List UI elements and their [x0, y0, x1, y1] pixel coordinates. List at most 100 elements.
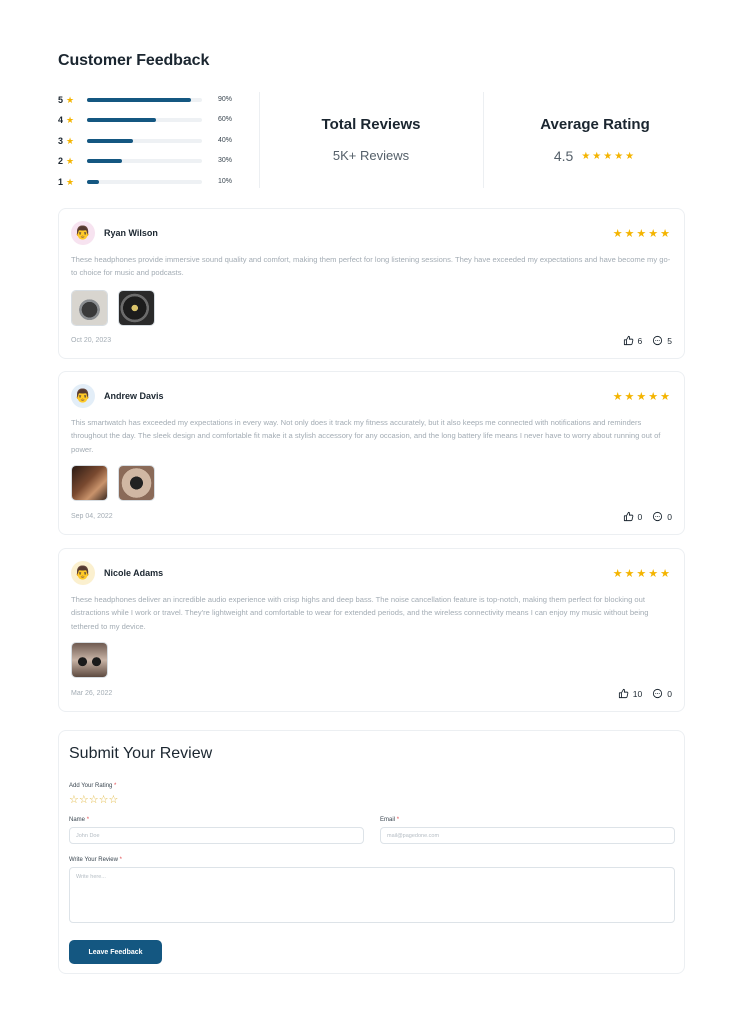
like-button[interactable]: 6: [623, 335, 643, 346]
rating-row-4: 4 ★ 60%: [58, 114, 248, 126]
form-title: Submit Your Review: [69, 745, 213, 762]
review-stars: ★★★★★: [612, 228, 672, 240]
rating-bar-fill: [87, 139, 133, 143]
required-mark: *: [119, 857, 122, 863]
reviewer-name: Ryan Wilson: [104, 228, 158, 238]
rating-bar-fill: [87, 98, 191, 102]
rating-row-5: 5 ★ 90%: [58, 94, 248, 106]
comment-icon: [653, 335, 663, 346]
star-icon: ★: [66, 114, 75, 125]
email-label: Email *: [380, 817, 399, 823]
rating-row-stars: 5: [58, 95, 64, 105]
required-mark: *: [396, 817, 400, 823]
star-icon: ★: [66, 135, 75, 146]
review-photos: [71, 465, 155, 501]
average-rating-title: Average Rating: [540, 116, 650, 133]
star-icon: ★: [66, 94, 75, 105]
rating-bar-track: [87, 159, 202, 163]
review-actions: 6 5: [623, 335, 672, 346]
avatar: 👨: [71, 561, 95, 585]
review-card: 👨 Ryan Wilson ★★★★★ These headphones pro…: [58, 208, 685, 359]
rating-bar-fill: [87, 159, 122, 163]
rating-row-stars: 1: [58, 177, 64, 187]
rating-row-3: 3 ★ 40%: [58, 135, 248, 147]
average-rating-value: 4.5: [553, 148, 574, 164]
review-text: This smartwatch has exceeded my expectat…: [71, 418, 661, 454]
thumbs-up-icon: [623, 335, 633, 346]
review-text: These headphones deliver an incredible a…: [71, 595, 649, 631]
review-photo-headphones[interactable]: [118, 290, 155, 326]
comment-count: 0: [667, 511, 672, 522]
star-icon: ★: [66, 176, 75, 187]
review-actions: 10 0: [618, 688, 672, 699]
page-title: Customer Feedback: [58, 52, 210, 69]
summary-divider: [259, 92, 260, 188]
reviewer-name: Nicole Adams: [104, 568, 164, 578]
total-reviews-block: Total Reviews 5K+ Reviews: [271, 88, 471, 190]
email-field[interactable]: [380, 827, 675, 844]
comment-button[interactable]: 5: [652, 335, 672, 346]
rating-row-stars: 3: [58, 136, 64, 146]
rating-bar-fill: [87, 180, 99, 184]
average-rating-block: Average Rating 4.5 ★★★★★: [495, 88, 695, 190]
review-label: Write Your Review *: [69, 857, 122, 863]
review-date: Sep 04, 2022: [71, 513, 113, 520]
leave-feedback-button[interactable]: Leave Feedback: [69, 940, 162, 964]
comment-button[interactable]: 0: [652, 511, 672, 522]
review-photos: [71, 642, 108, 678]
review-date: Mar 26, 2022: [71, 690, 113, 697]
review-stars: ★★★★★: [612, 568, 672, 580]
required-mark: *: [114, 783, 117, 789]
avatar: 👨: [71, 384, 95, 408]
review-date: Oct 20, 2023: [71, 337, 112, 344]
review-textarea[interactable]: [69, 867, 675, 923]
like-count: 0: [637, 511, 643, 522]
submit-review-form: Submit Your Review Add Your Rating * ☆☆☆…: [58, 730, 685, 974]
comment-button[interactable]: 0: [652, 688, 672, 699]
rating-bar-track: [87, 139, 202, 143]
review-photo-earbuds[interactable]: [71, 642, 108, 678]
review-photo-smartwatch[interactable]: [118, 465, 155, 501]
like-button[interactable]: 10: [618, 688, 642, 699]
name-label-text: Name: [69, 817, 86, 823]
comment-count: 5: [667, 335, 672, 346]
comment-icon: [653, 688, 663, 699]
avatar: 👨: [71, 221, 95, 245]
rating-row-2: 2 ★ 30%: [58, 155, 248, 167]
review-photo-smartwatch[interactable]: [71, 465, 108, 501]
like-count: 6: [637, 335, 643, 346]
review-photo-headphones[interactable]: [71, 290, 108, 326]
email-label-text: Email: [380, 817, 396, 823]
thumbs-up-icon: [623, 511, 633, 522]
review-text: These headphones provide immersive sound…: [71, 255, 671, 278]
review-card: 👨 Nicole Adams ★★★★★ These headphones de…: [58, 548, 685, 712]
rating-row-1: 1 ★ 10%: [58, 176, 248, 188]
review-card: 👨 Andrew Davis ★★★★★ This smartwatch has…: [58, 371, 685, 535]
rating-row-stars: 2: [58, 156, 64, 166]
comment-icon: [653, 511, 663, 522]
rating-bar-fill: [87, 118, 156, 122]
rating-row-stars: 4: [58, 115, 64, 125]
reviewer-name: Andrew Davis: [104, 391, 164, 401]
rating-label: Add Your Rating *: [69, 783, 116, 789]
rating-bar-track: [87, 98, 202, 102]
total-reviews-value: 5K+ Reviews: [332, 148, 410, 163]
rating-bar-track: [87, 180, 202, 184]
rating-input[interactable]: ☆☆☆☆☆: [69, 793, 118, 806]
like-button[interactable]: 0: [623, 511, 643, 522]
rating-bar-track: [87, 118, 202, 122]
name-label: Name *: [69, 817, 89, 823]
total-reviews-title: Total Reviews: [321, 116, 421, 133]
rating-row-percent: 60%: [218, 116, 233, 123]
rating-row-percent: 40%: [218, 137, 233, 144]
rating-summary: 5 ★ 90% 4 ★ 60% 3 ★ 40% 2 ★ 30% 1 ★ 10%: [58, 88, 685, 190]
name-field[interactable]: [69, 827, 364, 844]
review-actions: 0 0: [623, 511, 672, 522]
rating-row-percent: 90%: [218, 96, 233, 103]
rating-row-percent: 30%: [218, 157, 233, 164]
thumbs-up-icon: [618, 688, 629, 699]
rating-row-percent: 10%: [218, 178, 233, 185]
star-icon: ★: [66, 155, 75, 166]
average-rating-stars: ★★★★★: [581, 150, 637, 162]
summary-divider: [483, 92, 484, 188]
